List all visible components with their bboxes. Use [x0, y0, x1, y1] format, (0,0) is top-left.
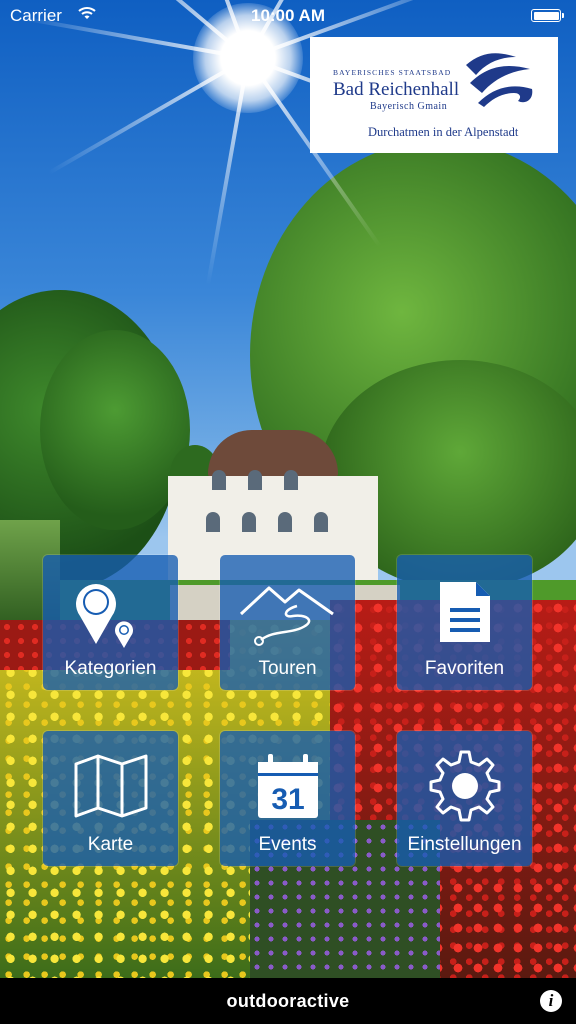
mountain-route-icon: [220, 565, 355, 655]
bottom-bar: outdooractive i: [0, 978, 576, 1024]
logo-small-text: BAYERISCHES STAATSBAD: [333, 68, 452, 77]
logo-name: Bad Reichenhall: [333, 79, 460, 100]
logo-wave-icon: [466, 53, 533, 107]
tile-favoriten[interactable]: Favoriten: [397, 555, 532, 690]
tile-touren[interactable]: Touren: [220, 555, 355, 690]
document-icon: [397, 565, 532, 655]
location-pin-icon: [43, 565, 178, 655]
tile-kategorien[interactable]: Kategorien: [43, 555, 178, 690]
tile-events[interactable]: 31 Events: [220, 731, 355, 866]
gear-icon: [397, 741, 532, 831]
info-icon[interactable]: i: [540, 990, 562, 1012]
tile-label: Touren: [258, 658, 317, 679]
tile-label: Favoriten: [424, 658, 505, 679]
outdooractive-brand: outdooractive: [226, 991, 350, 1011]
tile-label: Events: [258, 834, 317, 855]
calendar-day-text: 31: [271, 783, 304, 816]
calendar-icon: 31: [220, 741, 355, 831]
tile-label: Karte: [87, 834, 134, 855]
bad-reichenhall-logo: BAYERISCHES STAATSBAD Bad Reichenhall Ba…: [310, 37, 558, 153]
tile-label: Kategorien: [64, 658, 157, 679]
logo-slogan: Durchatmen in der Alpenstadt: [368, 125, 519, 139]
status-bar: Carrier 10:00 AM: [0, 0, 576, 32]
battery-icon: [531, 9, 561, 22]
logo-subtitle: Bayerisch Gmain: [370, 101, 448, 112]
map-icon: [43, 741, 178, 831]
tile-label: Einstellungen: [407, 834, 522, 855]
tile-karte[interactable]: Karte: [43, 731, 178, 866]
clock: 10:00 AM: [250, 6, 325, 25]
tile-einstellungen[interactable]: Einstellungen: [397, 731, 532, 866]
